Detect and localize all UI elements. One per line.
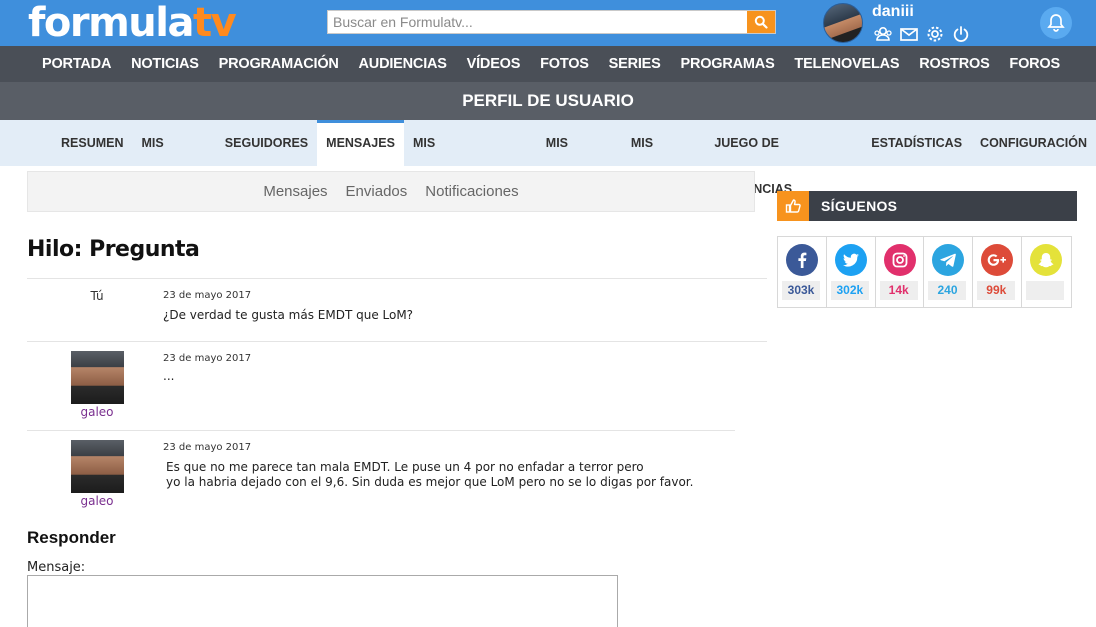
message-date: 23 de mayo 2017 (163, 442, 252, 453)
social-snapchat[interactable] (1022, 237, 1071, 307)
tab-mis-datos[interactable]: MIS DATOS (133, 120, 216, 196)
nav-portada[interactable]: PORTADA (42, 56, 111, 72)
page-title: PERFIL DE USUARIO (462, 91, 634, 110)
top-bar: formulatv daniii (0, 0, 1096, 46)
gear-icon[interactable] (925, 25, 945, 43)
logout-icon[interactable] (951, 25, 971, 43)
social-google-plus[interactable]: 99k (973, 237, 1023, 307)
notifications-button[interactable] (1040, 7, 1072, 39)
nav-programas[interactable]: PROGRAMAS (680, 56, 774, 72)
divider (27, 278, 767, 279)
avatar[interactable] (70, 440, 124, 493)
message-tab-mensajes[interactable]: Mensajes (263, 172, 327, 212)
nav-telenovelas[interactable]: TELENOVELAS (794, 56, 899, 72)
nav-foros[interactable]: FOROS (1009, 56, 1060, 72)
twitter-count: 302k (830, 281, 869, 300)
message-textarea[interactable] (27, 575, 618, 627)
social-instagram[interactable]: 14k (876, 237, 925, 307)
tab-resumen[interactable]: RESUMEN (52, 120, 133, 166)
tab-estadisticas[interactable]: ESTADÍSTICAS (862, 120, 971, 166)
facebook-count: 303k (782, 281, 820, 300)
message-body: ¿De verdad te gusta más EMDT que LoM? (163, 308, 703, 323)
message-line: ... (163, 369, 175, 383)
telegram-count: 240 (928, 281, 967, 300)
snapchat-icon (1030, 244, 1063, 276)
message-tab-enviados[interactable]: Enviados (346, 172, 408, 212)
follow-header: SÍGUENOS (777, 191, 1077, 221)
message-line: ¿De verdad te gusta más EMDT que LoM? (163, 308, 414, 322)
avatar[interactable] (70, 351, 124, 404)
profile-bar: PERFIL DE USUARIO (0, 82, 1096, 120)
message-body: Es que no me parece tan mala EMDT. Le pu… (166, 460, 706, 490)
social-twitter[interactable]: 302k (827, 237, 876, 307)
telegram-icon (932, 244, 965, 276)
message-label: Mensaje: (27, 560, 86, 575)
social-facebook[interactable]: 303k (778, 237, 827, 307)
tab-mensajes[interactable]: MENSAJES (317, 120, 404, 166)
google-plus-icon (981, 244, 1014, 276)
nav-fotos[interactable]: FOTOS (540, 56, 589, 72)
author-link[interactable]: galeo (27, 405, 167, 419)
google-plus-count: 99k (977, 281, 1016, 300)
follow-title: SÍGUENOS (821, 198, 898, 214)
snapchat-count (1026, 281, 1065, 300)
twitter-icon (834, 244, 867, 276)
thumbs-up-icon (777, 191, 809, 221)
instagram-icon (883, 244, 916, 276)
author-link[interactable]: galeo (27, 494, 167, 508)
user-avatar[interactable] (823, 3, 863, 43)
bell-icon (1047, 14, 1065, 32)
search-input[interactable] (328, 11, 748, 33)
tab-mis-comunidades[interactable]: MIS COMUNIDADES (404, 120, 537, 196)
facebook-icon (786, 244, 818, 276)
main-nav: PORTADA NOTICIAS PROGRAMACIÓN AUDIENCIAS… (0, 46, 1096, 82)
nav-noticias[interactable]: NOTICIAS (131, 56, 199, 72)
tab-mis-fotos[interactable]: MIS FOTOS (622, 120, 706, 196)
message-tab-notificaciones[interactable]: Notificaciones (425, 172, 518, 212)
divider (27, 430, 735, 431)
search-icon (754, 15, 768, 29)
profile-subnav: RESUMEN MIS DATOS SEGUIDORES MENSAJES MI… (0, 120, 1096, 196)
tab-juego-de-audiencias[interactable]: JUEGO DE AUDIENCIAS (705, 120, 862, 196)
search-box (327, 10, 776, 34)
nav-series[interactable]: SERIES (609, 56, 661, 72)
reply-title: Responder (27, 528, 116, 547)
message-date: 23 de mayo 2017 (163, 290, 252, 301)
thread-title: Hilo: Pregunta (27, 237, 200, 262)
user-actions (873, 25, 971, 43)
tab-configuracion[interactable]: CONFIGURACIÓN (971, 120, 1096, 166)
author-you: Tú (90, 289, 104, 303)
friends-icon[interactable] (873, 25, 893, 43)
tab-mis-blogs[interactable]: MIS BLOGS (537, 120, 622, 196)
nav-rostros[interactable]: ROSTROS (919, 56, 990, 72)
message-date: 23 de mayo 2017 (163, 353, 252, 364)
nav-audiencias[interactable]: AUDIENCIAS (359, 56, 447, 72)
divider (27, 341, 767, 342)
search-button[interactable] (747, 11, 775, 33)
user-name[interactable]: daniii (872, 3, 914, 21)
nav-videos[interactable]: VÍDEOS (467, 56, 521, 72)
message-tabs: Mensajes Enviados Notificaciones (27, 171, 755, 212)
message-author: galeo (27, 351, 167, 419)
formulatv-logo[interactable]: formulatv (28, 2, 237, 44)
message-body: ... (163, 369, 703, 384)
social-links: 303k 302k 14k 240 99k (777, 236, 1072, 308)
message-author: galeo (27, 440, 167, 508)
instagram-count: 14k (879, 281, 918, 300)
mail-icon[interactable] (899, 25, 919, 43)
social-telegram[interactable]: 240 (924, 237, 974, 307)
nav-programacion[interactable]: PROGRAMACIÓN (219, 56, 339, 72)
message-author: Tú (27, 289, 167, 303)
tab-seguidores[interactable]: SEGUIDORES (216, 120, 317, 166)
message-line: yo la habria dejado con el 9,6. Sin duda… (166, 475, 694, 489)
message-line: Es que no me parece tan mala EMDT. Le pu… (166, 460, 644, 474)
